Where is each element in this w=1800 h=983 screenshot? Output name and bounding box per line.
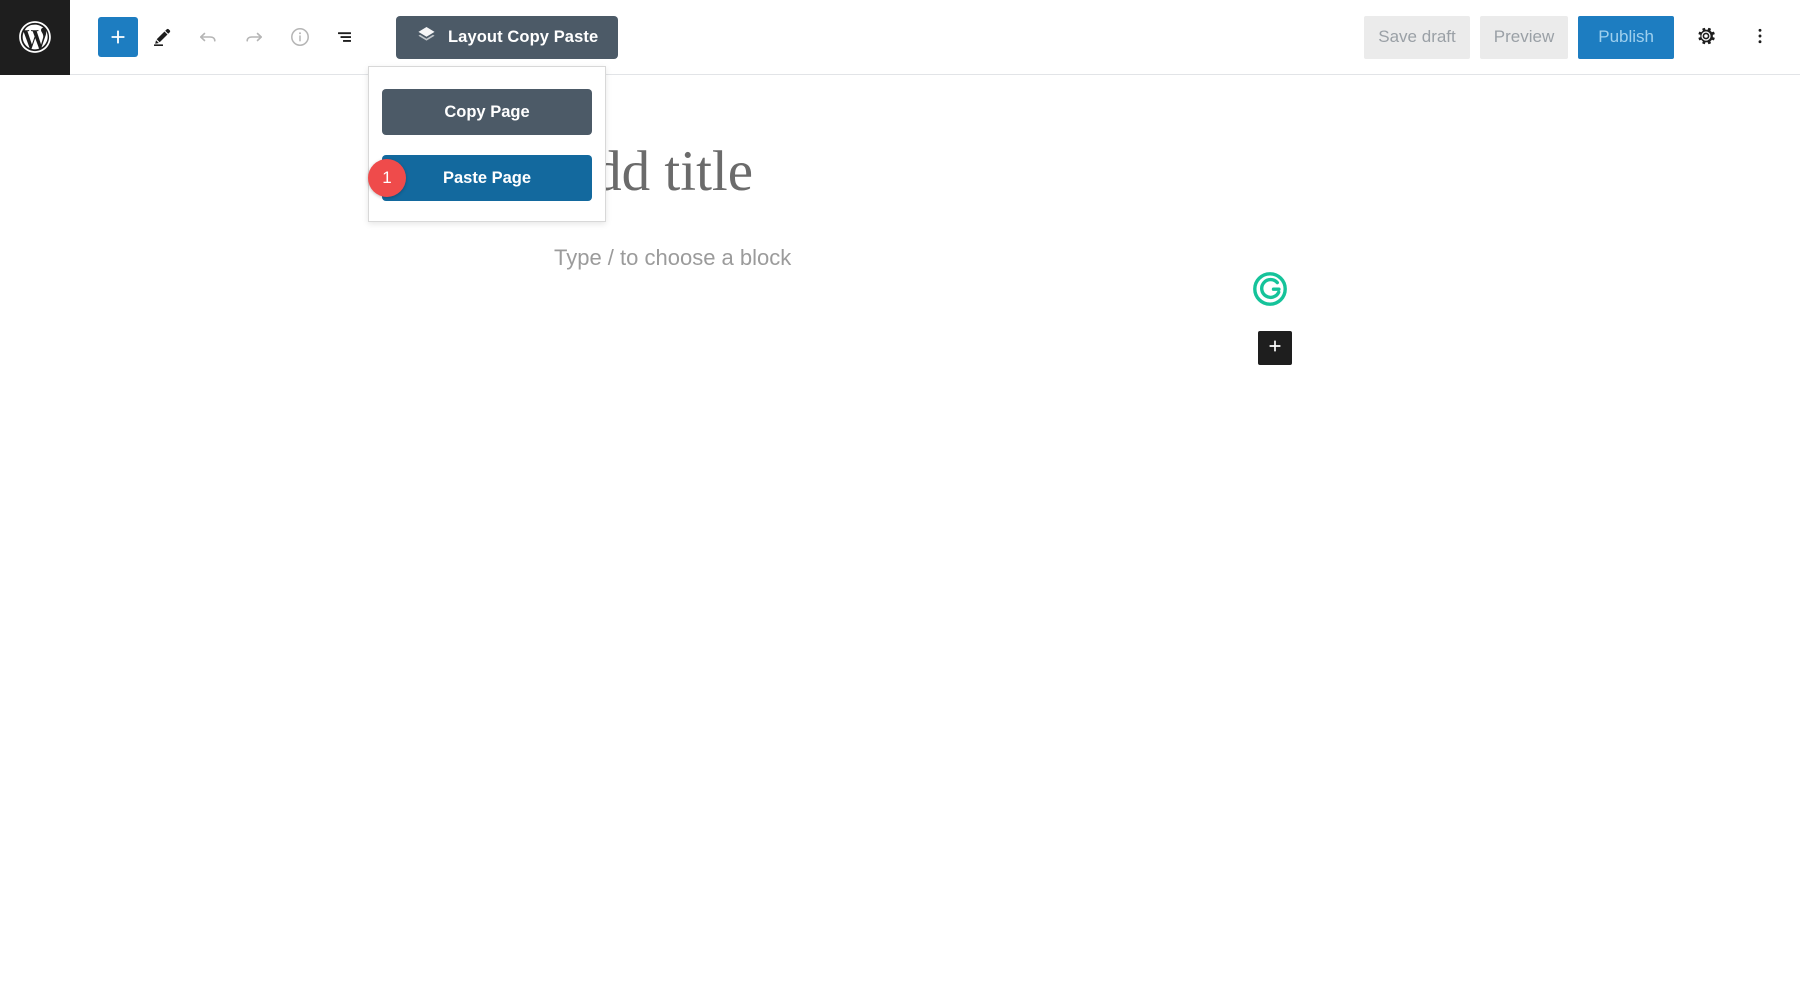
settings-button[interactable] [1684,15,1728,59]
block-inserter-button[interactable] [1258,331,1292,365]
editor-header: Layout Copy Paste Save draft Preview Pub… [0,0,1800,222]
copy-page-label: Copy Page [444,102,530,121]
layout-copy-paste-label: Layout Copy Paste [448,27,599,46]
plus-icon [1265,336,1285,361]
plus-icon [107,26,129,48]
gear-icon [1694,24,1718,51]
layout-copy-paste-button[interactable]: Layout Copy Paste [396,15,619,59]
header-actions-group: Save draft Preview Publish [1364,15,1800,59]
add-block-button[interactable] [98,17,138,57]
header-tool-group [70,15,368,59]
undo-arrow-icon [196,25,220,49]
wordpress-logo-button[interactable] [0,0,70,75]
redo-arrow-icon [242,25,266,49]
redo-button[interactable] [232,15,276,59]
tools-button[interactable] [140,15,184,59]
three-dots-vertical-icon [1748,24,1772,51]
copy-page-button[interactable]: Copy Page [382,89,592,135]
paste-count-badge: 1 [368,159,406,197]
grammarly-g-icon [1252,272,1288,311]
post-title-input[interactable]: Add title [550,139,1250,205]
info-circle-icon [288,25,312,49]
publish-button[interactable]: Publish [1578,15,1674,59]
list-view-icon [334,25,358,49]
wordpress-logo-icon [16,18,54,56]
list-view-button[interactable] [324,15,368,59]
editor-canvas: Add title Type / to choose a block [0,75,1800,983]
save-draft-button[interactable]: Save draft [1364,15,1470,59]
pencil-icon [150,25,174,49]
default-block-input[interactable]: Type / to choose a block [550,245,1250,271]
more-options-button[interactable] [1738,15,1782,59]
layout-copy-paste-dropdown: Copy Page 1 Paste Page [368,66,606,222]
paste-page-button[interactable]: 1 Paste Page [368,155,592,201]
undo-button[interactable] [186,15,230,59]
paste-page-label: Paste Page [442,168,532,187]
post-content-wrapper: Add title Type / to choose a block [550,75,1250,271]
preview-button[interactable]: Preview [1479,15,1569,59]
grammarly-button[interactable] [1252,271,1288,307]
layers-diamond-icon [416,24,437,50]
details-button[interactable] [278,15,322,59]
